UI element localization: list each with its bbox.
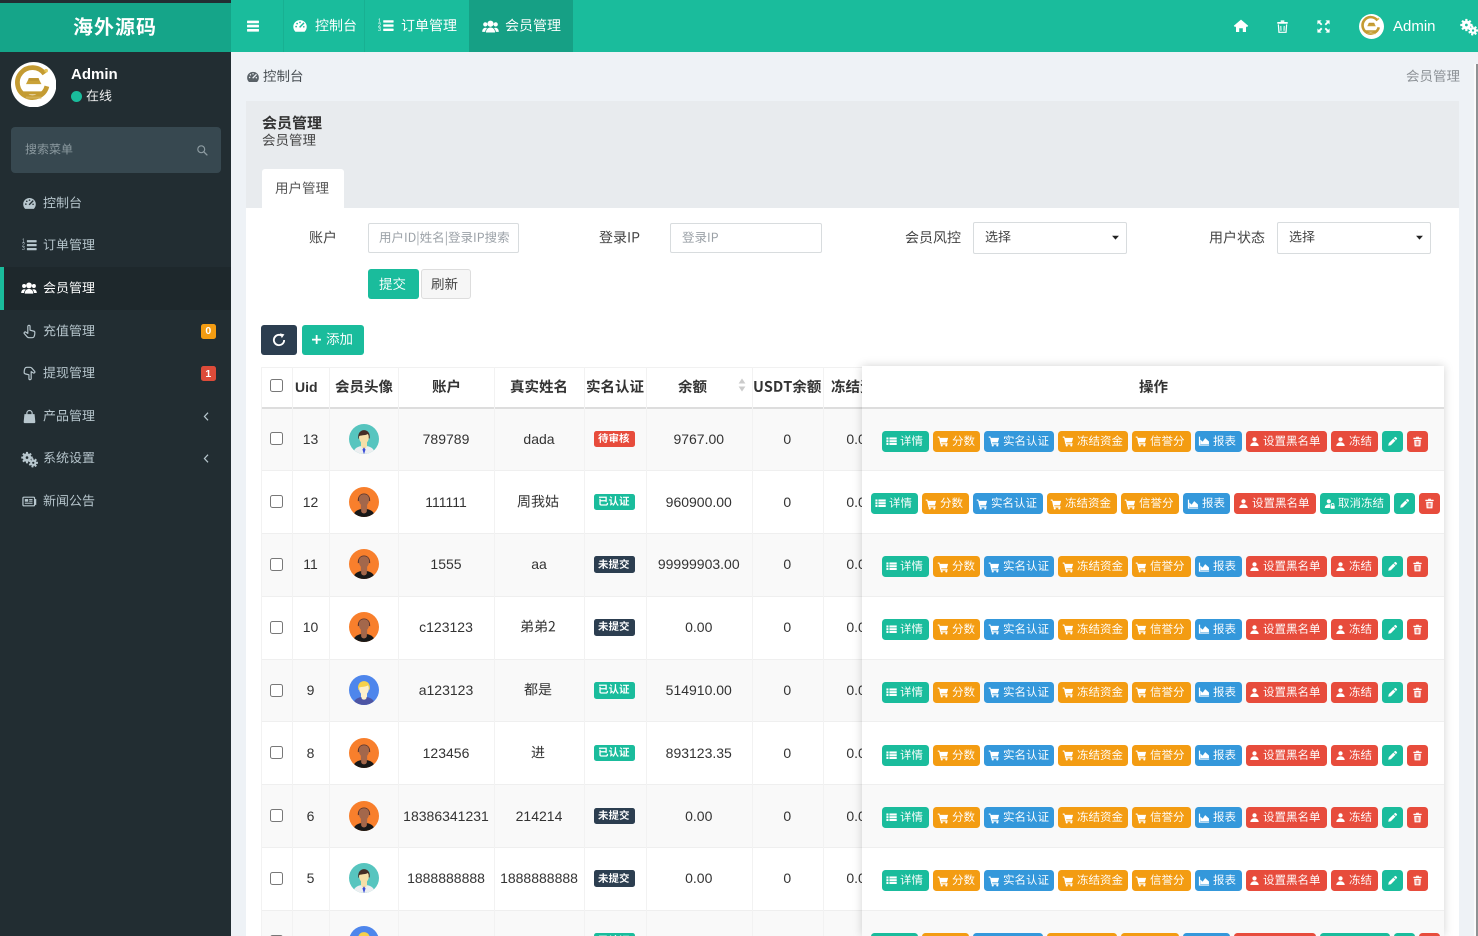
svg-text:3: 3: [378, 27, 381, 33]
svg-text:3: 3: [22, 247, 25, 253]
